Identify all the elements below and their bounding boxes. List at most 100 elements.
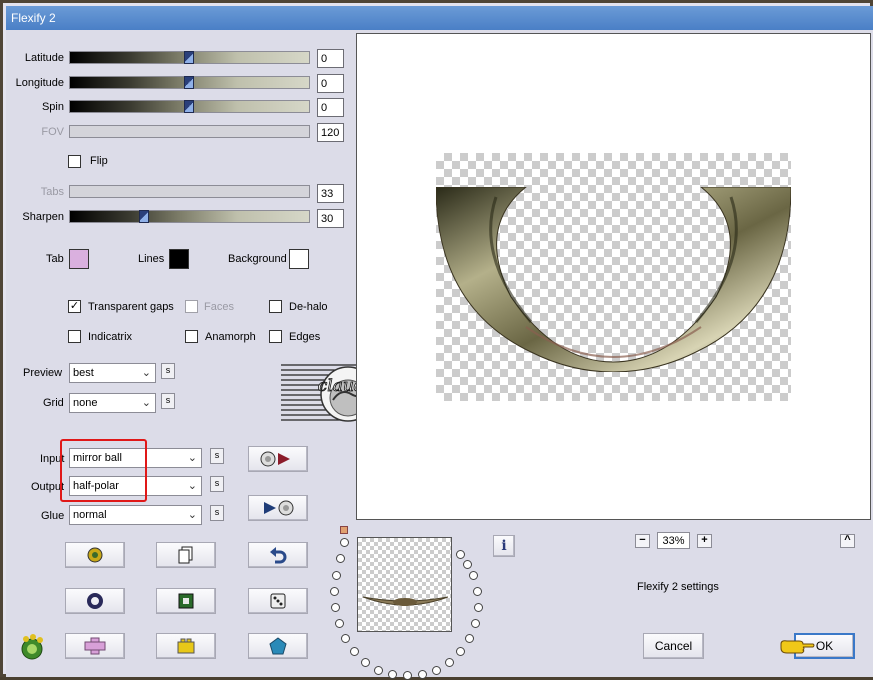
- logo-icon[interactable]: [18, 633, 46, 661]
- info-button[interactable]: i: [493, 535, 515, 557]
- swap-output-to-input-button[interactable]: [248, 446, 308, 472]
- preview-quality-value: best: [73, 367, 94, 379]
- frame-button[interactable]: [156, 588, 216, 614]
- tabs-value[interactable]: 33: [317, 184, 344, 203]
- spin-value[interactable]: 0: [317, 98, 344, 117]
- background-color-label: Background: [228, 253, 287, 265]
- orbit-dot[interactable]: [474, 603, 483, 612]
- chevron-down-icon: ⌄: [141, 397, 151, 409]
- sharpen-value[interactable]: 30: [317, 209, 344, 228]
- zoom-in-button[interactable]: +: [697, 534, 712, 548]
- navigator-thumbnail[interactable]: [357, 537, 452, 632]
- orbit-dot[interactable]: [335, 619, 344, 628]
- orbit-dot[interactable]: [340, 538, 349, 547]
- orbit-dot[interactable]: [388, 670, 397, 679]
- latitude-slider-thumb[interactable]: [184, 51, 194, 64]
- orbit-dot[interactable]: [432, 666, 441, 675]
- lines-color-swatch[interactable]: [169, 249, 189, 269]
- tab-color-swatch[interactable]: [69, 249, 89, 269]
- transparent-gaps-checkbox[interactable]: ✓: [68, 300, 81, 313]
- grid-label: Grid: [43, 397, 64, 409]
- settings-name: Flexify 2 settings: [637, 581, 719, 593]
- longitude-slider-thumb[interactable]: [184, 76, 194, 89]
- orbit-dot[interactable]: [361, 658, 370, 667]
- window-title: Flexify 2: [6, 6, 873, 30]
- play-to-sphere-icon: [264, 500, 294, 516]
- yellow-brick-icon: [177, 638, 195, 654]
- orbit-dot[interactable]: [418, 670, 427, 679]
- latitude-slider[interactable]: [69, 51, 310, 64]
- chevron-down-icon: ⌄: [141, 367, 151, 379]
- glue-value: normal: [73, 509, 107, 521]
- sharpen-slider-thumb[interactable]: [139, 210, 149, 223]
- anamorph-checkbox[interactable]: [185, 330, 198, 343]
- longitude-slider[interactable]: [69, 76, 310, 89]
- spin-slider[interactable]: [69, 100, 310, 113]
- tabs-slider[interactable]: [69, 185, 310, 198]
- orbit-dot[interactable]: [350, 647, 359, 656]
- undo-button[interactable]: [248, 542, 308, 568]
- orbit-dot[interactable]: [456, 647, 465, 656]
- orbit-dot[interactable]: [336, 554, 345, 563]
- flexify-dialog: Flexify 2 Latitude 0 Longitude 0 Spin 0 …: [0, 0, 873, 680]
- glue-select[interactable]: normal ⌄: [69, 505, 202, 525]
- de-halo-checkbox[interactable]: [269, 300, 282, 313]
- edges-checkbox[interactable]: [269, 330, 282, 343]
- orbit-dot[interactable]: [331, 603, 340, 612]
- dice-icon: [270, 593, 286, 609]
- spin-slider-thumb[interactable]: [184, 100, 194, 113]
- preview-quality-label: Preview: [23, 367, 63, 379]
- orbit-dot[interactable]: [374, 666, 383, 675]
- copy-button[interactable]: [156, 542, 216, 568]
- faces-checkbox[interactable]: [185, 300, 198, 313]
- preview-canvas[interactable]: [356, 33, 871, 520]
- preview-s-button[interactable]: s: [161, 363, 175, 379]
- faces-label: Faces: [204, 301, 234, 313]
- grid-select[interactable]: none ⌄: [69, 393, 156, 413]
- latitude-label: Latitude: [24, 52, 64, 64]
- glue-s-button[interactable]: s: [210, 505, 224, 521]
- latitude-value[interactable]: 0: [317, 49, 344, 68]
- cancel-button[interactable]: Cancel: [643, 633, 704, 659]
- fov-slider[interactable]: [69, 125, 310, 138]
- output-s-button[interactable]: s: [210, 476, 224, 492]
- pentagon-icon: [269, 637, 287, 655]
- orbit-dot[interactable]: [473, 587, 482, 596]
- input-s-button[interactable]: s: [210, 448, 224, 464]
- orbit-dot[interactable]: [330, 587, 339, 596]
- cross-button[interactable]: [65, 633, 125, 659]
- flip-checkbox[interactable]: [68, 155, 81, 168]
- longitude-value[interactable]: 0: [317, 74, 344, 93]
- orbit-dot[interactable]: [445, 658, 454, 667]
- preview-quality-select[interactable]: best ⌄: [69, 363, 156, 383]
- dice-button[interactable]: [248, 588, 308, 614]
- orbit-dot[interactable]: [469, 571, 478, 580]
- orbit-dot[interactable]: [332, 571, 341, 580]
- lines-color-label: Lines: [138, 253, 165, 265]
- collapse-button[interactable]: ^: [840, 534, 855, 548]
- fov-value[interactable]: 120: [317, 123, 344, 142]
- orbit-dot[interactable]: [471, 619, 480, 628]
- flip-label: Flip: [90, 155, 108, 167]
- orbit-dot[interactable]: [341, 634, 350, 643]
- ring-button[interactable]: [65, 588, 125, 614]
- pink-cross-icon: [84, 637, 106, 655]
- orbit-dot[interactable]: [403, 671, 412, 680]
- square-frame-icon: [178, 593, 194, 609]
- pentagon-button[interactable]: [248, 633, 308, 659]
- random-preset-button[interactable]: [65, 542, 125, 568]
- background-color-swatch[interactable]: [289, 249, 309, 269]
- orbit-dot[interactable]: [465, 634, 474, 643]
- sharpen-slider[interactable]: [69, 210, 310, 223]
- zoom-out-button[interactable]: −: [635, 534, 650, 548]
- block-button[interactable]: [156, 633, 216, 659]
- spin-label: Spin: [41, 101, 64, 113]
- grid-s-button[interactable]: s: [161, 393, 175, 409]
- orbit-dot[interactable]: [463, 560, 472, 569]
- ring-icon: [87, 593, 103, 609]
- indicatrix-checkbox[interactable]: [68, 330, 81, 343]
- navigator-handle[interactable]: [340, 526, 348, 534]
- dialog-body: Latitude 0 Longitude 0 Spin 0 FOV 120 Fl…: [6, 30, 873, 680]
- orbit-dot[interactable]: [456, 550, 465, 559]
- swap-input-to-output-button[interactable]: [248, 495, 308, 521]
